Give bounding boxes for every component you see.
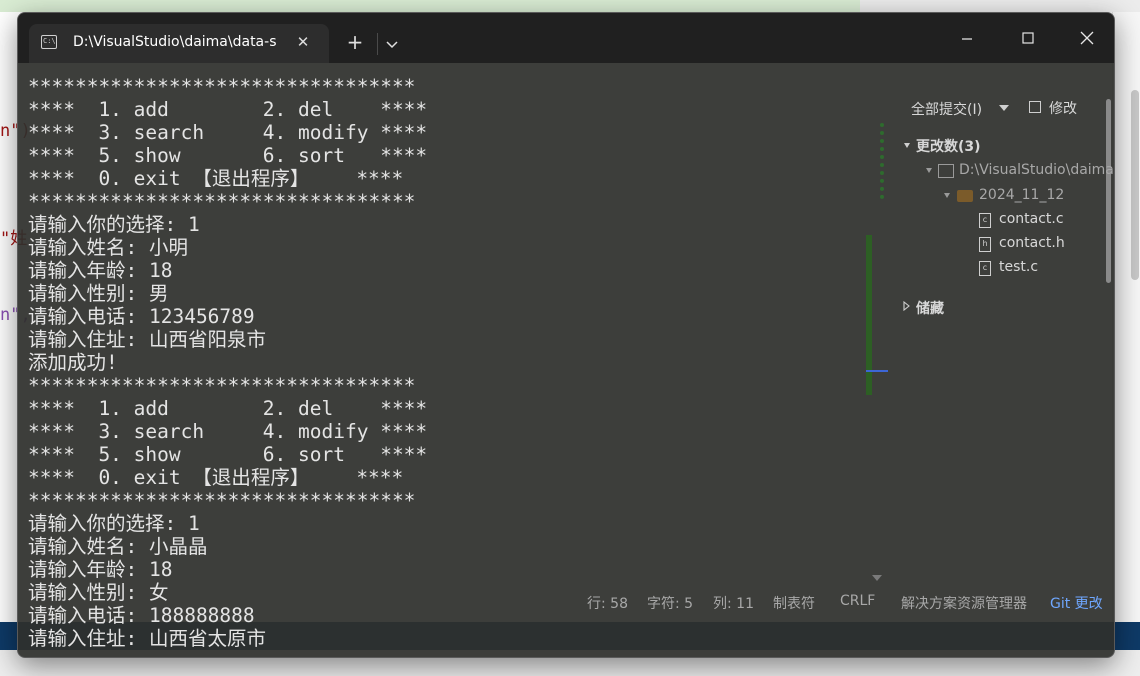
console-icon: C:\ bbox=[41, 35, 57, 49]
dropdown-arrow-icon bbox=[999, 105, 1009, 111]
amend-checkbox[interactable] bbox=[1029, 101, 1041, 113]
console-line: ********************************* bbox=[28, 374, 416, 397]
terminal-window: C:\ D:\VisualStudio\daima\data-s ✕ + 全部提… bbox=[17, 12, 1115, 658]
file-item[interactable]: test.c bbox=[999, 259, 1038, 275]
console-line: **** 3. search 4. modify **** bbox=[28, 121, 428, 144]
all-commits-dropdown[interactable]: 全部提交(I) bbox=[911, 99, 982, 119]
folder-name[interactable]: 2024_11_12 bbox=[979, 187, 1064, 203]
console-line: **** 5. show 6. sort **** bbox=[28, 144, 428, 167]
repository-icon bbox=[938, 164, 954, 178]
console-line: 请输入年龄: 18 bbox=[28, 259, 173, 282]
terminal-tab[interactable]: C:\ D:\VisualStudio\daima\data-s ✕ bbox=[29, 24, 329, 63]
solution-pane-edge bbox=[1112, 12, 1140, 622]
terminal-tab-bar: C:\ D:\VisualStudio\daima\data-s ✕ + bbox=[18, 13, 1114, 63]
collapse-icon[interactable] bbox=[902, 141, 912, 151]
editor-top-band bbox=[0, 0, 860, 12]
console-line: 请输入年龄: 18 bbox=[28, 558, 173, 581]
console-line: ********************************* bbox=[28, 190, 416, 213]
expand-icon[interactable] bbox=[902, 301, 912, 311]
c-file-icon: c bbox=[979, 213, 991, 228]
console-line: 请输入住址: 山西省太原市 bbox=[28, 627, 266, 650]
scrollbar-thumb[interactable] bbox=[1131, 90, 1139, 280]
c-file-icon: c bbox=[979, 261, 991, 276]
h-file-icon: h bbox=[979, 237, 991, 252]
console-line: **** 3. search 4. modify **** bbox=[28, 420, 428, 443]
git-changes-pane: 全部提交(I) 修改 更改数(3) D:\VisualStudio\daima\… bbox=[587, 63, 1114, 657]
repo-path[interactable]: D:\VisualStudio\daima\da bbox=[959, 162, 1114, 178]
file-item[interactable]: contact.c bbox=[999, 211, 1064, 227]
chevron-down-icon[interactable] bbox=[380, 33, 404, 55]
minimize-button[interactable] bbox=[947, 25, 987, 51]
console-line: ********************************* bbox=[28, 489, 416, 512]
tab-title: D:\VisualStudio\daima\data-s bbox=[73, 34, 277, 50]
console-line: ********************************* bbox=[28, 75, 416, 98]
amend-label: 修改 bbox=[1049, 101, 1077, 117]
file-item[interactable]: contact.h bbox=[999, 235, 1065, 251]
console-line: **** 5. show 6. sort **** bbox=[28, 443, 428, 466]
stash-header[interactable]: 储藏 bbox=[916, 298, 944, 318]
console-line: 请输入性别: 男 bbox=[28, 282, 169, 305]
console-line: 请输入电话: 123456789 bbox=[28, 305, 255, 328]
pane-scrollbar[interactable] bbox=[1106, 99, 1111, 283]
window-close-button[interactable] bbox=[1067, 25, 1107, 51]
console-line: 添加成功! bbox=[28, 351, 118, 374]
console-line: 请输入你的选择: 1 bbox=[28, 213, 200, 236]
console-line: **** 1. add 2. del **** bbox=[28, 397, 428, 420]
console-line: **** 1. add 2. del **** bbox=[28, 98, 428, 121]
scroll-down-icon[interactable] bbox=[872, 575, 882, 581]
solution-explorer-tab[interactable]: 解决方案资源管理器 bbox=[901, 593, 1027, 613]
console-line: **** 0. exit 【退出程序】 **** bbox=[28, 466, 404, 489]
console-line: 请输入姓名: 小明 bbox=[28, 236, 188, 259]
console-output[interactable]: ********************************* **** 1.… bbox=[28, 75, 868, 655]
change-indicator bbox=[880, 123, 888, 199]
collapse-icon[interactable] bbox=[924, 166, 934, 176]
changes-header[interactable]: 更改数(3) bbox=[916, 136, 981, 156]
tab-separator bbox=[377, 33, 378, 55]
console-line: 请输入你的选择: 1 bbox=[28, 512, 200, 535]
console-line: **** 0. exit 【退出程序】 **** bbox=[28, 167, 404, 190]
maximize-button[interactable] bbox=[1008, 25, 1048, 51]
scroll-position-marker bbox=[866, 370, 888, 372]
folder-icon bbox=[957, 190, 973, 202]
console-line: 请输入住址: 山西省阳泉市 bbox=[28, 328, 266, 351]
close-icon[interactable]: ✕ bbox=[291, 30, 315, 54]
collapse-icon[interactable] bbox=[942, 191, 952, 201]
console-line: 请输入电话: 188888888 bbox=[28, 604, 255, 627]
new-tab-button[interactable]: + bbox=[342, 31, 368, 55]
console-line: 请输入姓名: 小晶晶 bbox=[28, 535, 208, 558]
console-line: 请输入性别: 女 bbox=[28, 581, 169, 604]
git-changes-tab[interactable]: Git 更改 bbox=[1050, 593, 1103, 613]
editor-top-band-right bbox=[860, 0, 1140, 12]
